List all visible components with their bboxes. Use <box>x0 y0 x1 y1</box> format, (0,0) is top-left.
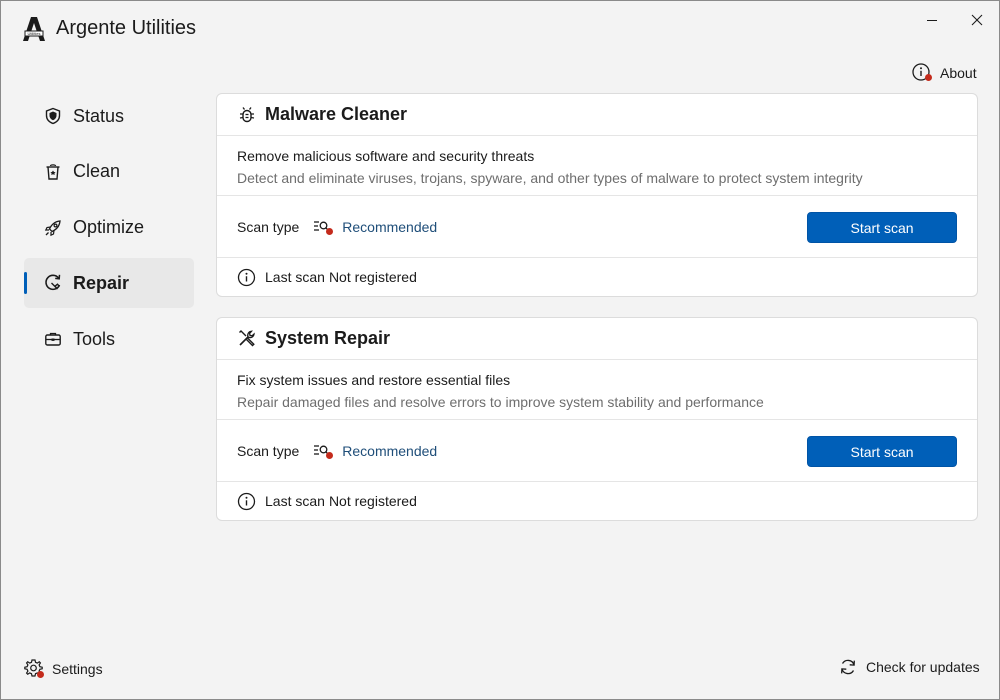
app-logo: Utilities <box>23 17 45 41</box>
gear-icon <box>23 658 44 679</box>
sidebar-item-label: Tools <box>73 328 116 349</box>
trash-icon <box>43 162 63 182</box>
settings-button[interactable]: Settings <box>23 658 103 679</box>
settings-label: Settings <box>52 660 103 677</box>
check-updates-label: Check for updates <box>866 659 980 675</box>
sidebar-item-label: Optimize <box>73 217 145 237</box>
description-text: Fix system issues and restore essential … <box>237 372 511 388</box>
repair-icon <box>43 273 63 293</box>
last-scan-label: Last scan <box>265 493 325 509</box>
check-updates-button[interactable]: Check for updates <box>839 658 980 676</box>
close-button[interactable] <box>954 7 1000 33</box>
sidebar-item-repair[interactable]: Repair <box>24 258 194 309</box>
last-scan-label: Last scan <box>265 269 325 285</box>
card-header: Malware Cleaner <box>217 94 977 136</box>
last-scan-row: Last scan Not registered <box>217 258 977 296</box>
last-scan-value: Not registered <box>328 493 417 509</box>
toolbox-icon <box>43 329 63 349</box>
scan-type-label: Scan type <box>237 218 300 235</box>
last-scan-row: Last scan Not registered <box>217 482 977 520</box>
about-button[interactable]: About <box>911 62 977 83</box>
rocket-icon <box>43 218 63 238</box>
notification-dot <box>37 671 44 678</box>
start-scan-button[interactable]: Start scan <box>807 212 957 243</box>
card-title: System Repair <box>265 328 391 348</box>
scan-row: Scan type Recommended Start scan <box>217 196 977 258</box>
app-window: Utilities Argente Utilities About Status… <box>0 0 1000 700</box>
sidebar-item-label: Status <box>73 105 125 126</box>
start-scan-button[interactable]: Start scan <box>807 436 957 467</box>
description-subtext: Repair damaged files and resolve errors … <box>237 394 764 410</box>
scan-type-dot <box>326 227 334 235</box>
card-description: Fix system issues and restore essential … <box>217 360 977 420</box>
malware-cleaner-card: Malware Cleaner Remove malicious softwar… <box>216 93 978 297</box>
description-text: Remove malicious software and security t… <box>237 148 535 164</box>
sidebar-item-label: Repair <box>73 272 130 293</box>
app-title: Argente Utilities <box>56 17 197 39</box>
system-repair-card: System Repair Fix system issues and rest… <box>216 317 978 521</box>
tools-icon <box>237 329 256 348</box>
scan-type-label: Scan type <box>237 442 300 459</box>
minimize-button[interactable] <box>909 7 955 33</box>
info-icon <box>237 492 256 511</box>
scan-type-dot <box>326 451 334 459</box>
scan-type-value[interactable]: Recommended <box>342 219 437 235</box>
notification-dot <box>925 74 932 81</box>
sidebar-item-tools[interactable]: Tools <box>24 314 194 364</box>
close-icon <box>971 14 983 26</box>
last-scan-value: Not registered <box>328 269 417 285</box>
sidebar-item-clean[interactable]: Clean <box>24 147 194 197</box>
card-title: Malware Cleaner <box>265 104 408 124</box>
description-subtext: Detect and eliminate viruses, trojans, s… <box>237 170 863 186</box>
title-bar[interactable]: Utilities Argente Utilities <box>1 1 999 57</box>
scan-type-icon <box>313 219 334 235</box>
sidebar-item-status[interactable]: Status <box>24 91 194 141</box>
minimize-icon <box>927 20 937 21</box>
info-icon <box>237 268 256 287</box>
card-header: System Repair <box>217 318 977 360</box>
refresh-icon <box>841 659 855 675</box>
info-icon <box>911 62 932 83</box>
card-description: Remove malicious software and security t… <box>217 136 977 196</box>
sidebar-item-optimize[interactable]: Optimize <box>24 203 194 253</box>
about-label: About <box>940 64 977 81</box>
logo-text: Utilities <box>28 31 41 36</box>
sidebar-item-label: Clean <box>73 161 121 182</box>
sidebar: Status Clean Optimize Repair Tools <box>24 91 194 370</box>
shield-icon <box>43 106 63 126</box>
scan-type-icon <box>313 443 334 459</box>
scan-row: Scan type Recommended Start scan <box>217 420 977 482</box>
bug-icon <box>237 105 256 124</box>
scan-type-value[interactable]: Recommended <box>342 443 437 459</box>
